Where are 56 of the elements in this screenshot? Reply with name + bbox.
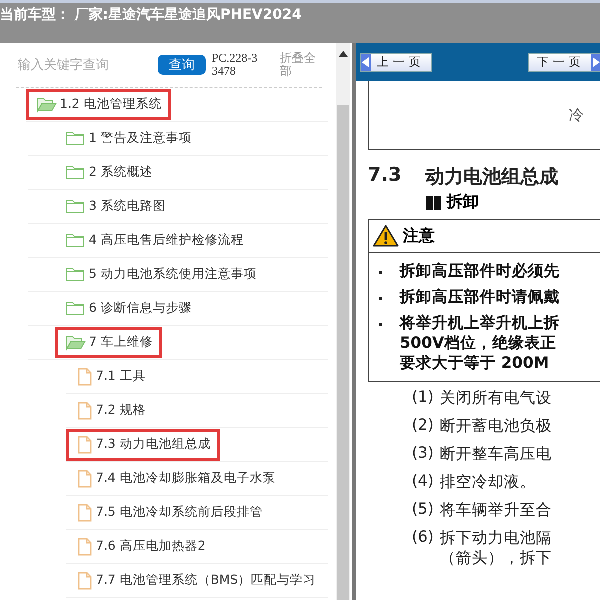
document-icon (77, 572, 93, 590)
step-text: 排空冷却液。 (440, 472, 536, 492)
tree-item[interactable]: 3 系统电路图 (55, 191, 175, 222)
figure-label: 冷 (569, 106, 584, 124)
step-text: 拆下动力电池隔 （箭头），拆下 (440, 528, 552, 568)
tree-item[interactable]: 7.5 电池冷却系统前后段排管 (66, 496, 272, 528)
notice-text: 拆卸高压部件时必须先 (400, 261, 560, 281)
tree-item[interactable]: 7.1 工具 (66, 360, 155, 392)
tree-item[interactable]: 7.6 高压电加热器2 (66, 530, 215, 562)
scrollbar-thumb[interactable] (337, 105, 349, 600)
bullet-icon (379, 297, 382, 300)
square-bullet-icon (426, 196, 442, 210)
scrollbar[interactable] (336, 43, 350, 600)
tree-item[interactable]: 7.7 电池管理系统（BMS）匹配与学习 (66, 564, 326, 596)
notice-title: 注意 (403, 226, 435, 246)
subheading: 拆卸 (447, 192, 479, 213)
tree-item[interactable]: 5 动力电池系统使用注意事项 (55, 259, 266, 290)
tree-item[interactable]: 7.3 动力电池组总成 (66, 428, 220, 460)
bullet-icon (379, 323, 382, 326)
section-number: 7.3 (368, 164, 402, 188)
step-number: (1) (412, 388, 434, 408)
tree-item[interactable]: 1 警告及注意事项 (55, 123, 201, 154)
warning-icon (373, 225, 399, 247)
vehicle-model-title: 当前车型： 厂家:星途汽车星途追风PHEV2024 (0, 6, 302, 24)
next-page-button[interactable]: 下一页 (528, 52, 600, 72)
step-text: 关闭所有电气设 (440, 388, 552, 408)
tree-item[interactable]: 7 车上维修 (55, 327, 162, 358)
step-number: (2) (412, 416, 434, 436)
step-text: 断开蓄电池负极 (440, 416, 552, 436)
scroll-up-arrow-icon[interactable] (338, 51, 348, 57)
document-icon (77, 402, 93, 420)
document-icon (77, 538, 93, 556)
notice-text: 将举升机上举升机上拆 500V档位，绝缘表正 要求大于等于 200M (400, 313, 560, 373)
step-number: (6) (412, 528, 434, 548)
step-text: 将车辆举升至合 (440, 500, 552, 520)
previous-page-button[interactable]: 上一页 (360, 52, 432, 72)
tree-item[interactable]: 7.2 规格 (66, 394, 155, 426)
section-title: 动力电池组总成 (426, 165, 559, 190)
tree-item[interactable]: 7.4 电池冷却膨胀箱及电子水泵 (66, 462, 285, 494)
part-code: PC.228-33478 (212, 52, 259, 78)
tree-item[interactable]: 6 诊断信息与步骤 (55, 293, 201, 324)
step-number: (5) (412, 500, 434, 520)
document-icon (77, 436, 93, 454)
search-field[interactable]: 输入关键字查询 (16, 58, 148, 72)
notice-text: 拆卸高压部件时请佩戴 (400, 287, 560, 307)
tree-item[interactable]: 4 高压电售后维护检修流程 (55, 225, 253, 256)
document-icon (77, 504, 93, 522)
step-number: (4) (412, 472, 434, 492)
search-button[interactable]: 查询 (158, 55, 206, 75)
tree-item[interactable]: 1.2 电池管理系统 (26, 89, 171, 120)
tree-item[interactable]: 2 系统概述 (55, 157, 162, 188)
document-icon (77, 470, 93, 488)
document-icon (77, 368, 93, 386)
bullet-icon (379, 271, 382, 274)
step-text: 断开整车高压电 (440, 444, 552, 464)
step-number: (3) (412, 444, 434, 464)
